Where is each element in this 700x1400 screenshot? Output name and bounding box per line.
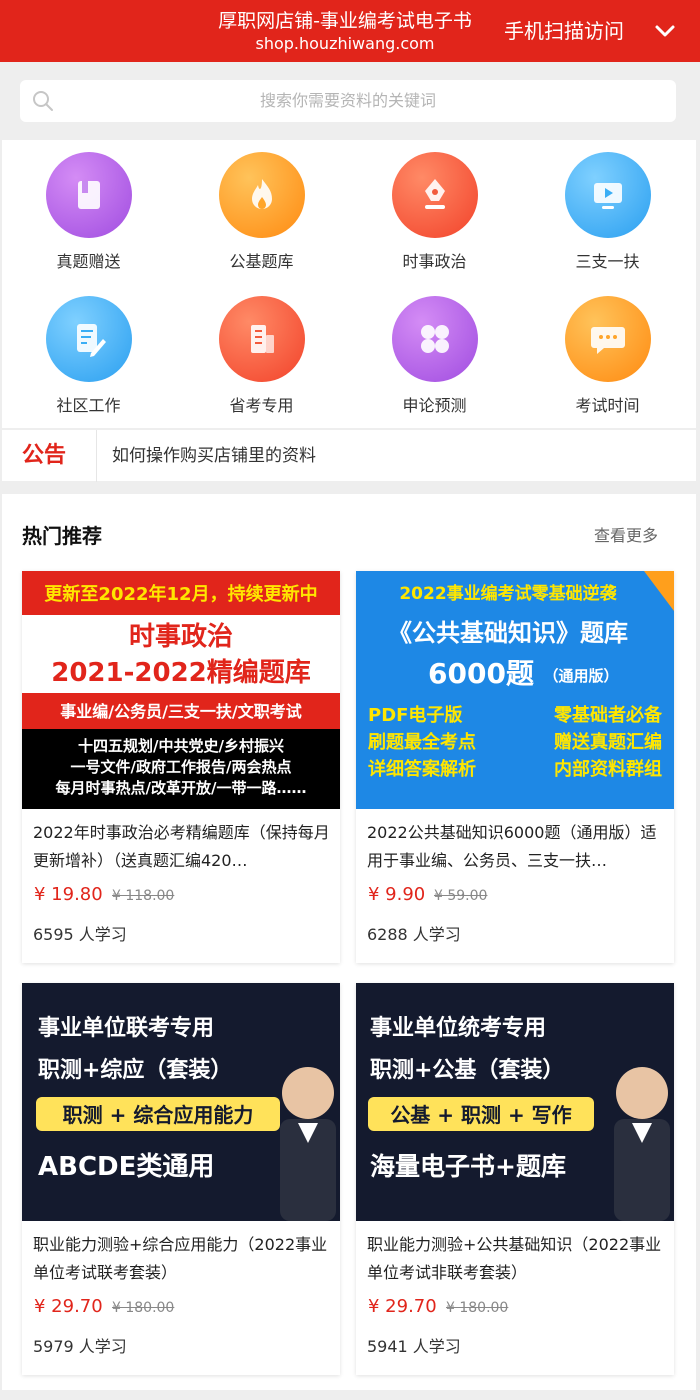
- document-edit-icon: [46, 296, 132, 382]
- product-price: ¥ 9.90: [368, 884, 426, 905]
- category-shequ[interactable]: 社区工作: [2, 284, 175, 428]
- poster-text: 赠送真题汇编: [554, 731, 662, 753]
- view-more-link[interactable]: 查看更多: [594, 522, 658, 546]
- poster-text: 时事政治: [129, 621, 233, 652]
- product-original-price: ¥ 180.00: [112, 1300, 175, 1316]
- product-price: ¥ 29.70: [368, 1296, 437, 1317]
- poster-text: 职测+综应（套装）: [38, 1057, 232, 1083]
- category-shenlun[interactable]: 申论预测: [348, 284, 521, 428]
- product-card[interactable]: 2022事业编考试零基础逆袭 《公共基础知识》题库 6000题 （通用版） PD…: [356, 571, 674, 963]
- category-shengkao[interactable]: 省考专用: [175, 284, 348, 428]
- product-cover-image: 事业单位统考专用 职测+公基（套装） 公基 + 职测 + 写作 海量电子书+题库: [356, 983, 674, 1221]
- category-grid: 真题赠送 公基题库 时事政治 三支一扶 社区工作 省考专用 申论预测 考试时间: [2, 140, 696, 428]
- search-area: 搜索你需要资料的关键词: [0, 62, 700, 138]
- category-label: 申论预测: [402, 396, 467, 415]
- poster-text: 刷题最全考点: [368, 731, 476, 753]
- poster-text: 十四五规划/中共党史/乡村振兴: [78, 737, 284, 755]
- poster-text: 职测+公基（套装）: [370, 1057, 564, 1083]
- shop-title: 厚职网店铺-事业编考试电子书: [218, 10, 472, 32]
- section-title: 热门推荐: [22, 524, 102, 548]
- product-name[interactable]: 职业能力测验+公共基础知识（2022事业单位考试非联考套装）: [367, 1231, 665, 1287]
- shop-url: shop.houzhiwang.com: [255, 34, 435, 53]
- building-icon: [219, 296, 305, 382]
- chevron-down-icon[interactable]: [654, 22, 676, 40]
- product-cover-image: 事业单位联考专用 职测+综应（套装） 职测 + 综合应用能力 ABCDE类通用: [22, 983, 340, 1221]
- poster-text: 2022事业编考试零基础逆袭: [399, 583, 617, 604]
- category-shishi[interactable]: 时事政治: [348, 140, 521, 284]
- scan-access-button[interactable]: 手机扫描访问: [504, 18, 624, 44]
- poster-text: 事业编/公务员/三支一扶/文职考试: [60, 702, 302, 721]
- poster-text: 详细答案解析: [368, 758, 476, 780]
- poster-text: （通用版）: [543, 667, 618, 685]
- search-input[interactable]: 搜索你需要资料的关键词: [20, 80, 676, 122]
- poster-text: 一号文件/政府工作报告/两会热点: [71, 758, 292, 776]
- poster-text: 内部资料群组: [554, 758, 662, 780]
- poster-text: 《公共基础知识》题库: [388, 619, 628, 647]
- category-label: 省考专用: [229, 396, 294, 415]
- hot-section: 热门推荐 查看更多 更新至2022年12月，持续更新中 时事政治 2021-20…: [2, 494, 696, 1390]
- poster-text: 公基 + 职测 + 写作: [390, 1103, 571, 1127]
- poster-text: 事业单位统考专用: [370, 1015, 546, 1041]
- notice-text[interactable]: 如何操作购买店铺里的资料: [112, 444, 316, 468]
- category-zhenti[interactable]: 真题赠送: [2, 140, 175, 284]
- poster-text: ABCDE类通用: [38, 1152, 214, 1182]
- learner-count: 5979 人学习: [33, 1337, 127, 1356]
- category-label: 公基题库: [229, 252, 294, 271]
- category-label: 真题赠送: [56, 252, 121, 271]
- notice-divider: [96, 430, 97, 482]
- search-placeholder: 搜索你需要资料的关键词: [259, 91, 436, 110]
- flame-icon: [219, 152, 305, 238]
- category-label: 时事政治: [402, 252, 467, 271]
- poster-text: PDF电子版: [368, 704, 462, 726]
- notice-bar[interactable]: 公告 如何操作购买店铺里的资料: [2, 429, 696, 482]
- learner-count: 6595 人学习: [33, 925, 127, 944]
- product-name[interactable]: 职业能力测验+综合应用能力（2022事业单位考试联考套装）: [33, 1231, 331, 1287]
- chat-bubble-icon: [565, 296, 651, 382]
- top-bar: 厚职网店铺-事业编考试电子书 shop.houzhiwang.com 手机扫描访…: [0, 0, 700, 62]
- video-icon: [565, 152, 651, 238]
- product-original-price: ¥ 118.00: [112, 888, 175, 904]
- category-label: 社区工作: [56, 396, 121, 415]
- product-card[interactable]: 事业单位统考专用 职测+公基（套装） 公基 + 职测 + 写作 海量电子书+题库…: [356, 983, 674, 1375]
- product-cover-image: 2022事业编考试零基础逆袭 《公共基础知识》题库 6000题 （通用版） PD…: [356, 571, 674, 809]
- poster-text: 零基础者必备: [553, 704, 663, 726]
- product-price: ¥ 29.70: [34, 1296, 103, 1317]
- category-kaoshi[interactable]: 考试时间: [521, 284, 694, 428]
- poster-text: 6000题: [428, 657, 534, 690]
- product-card[interactable]: 事业单位联考专用 职测+综应（套装） 职测 + 综合应用能力 ABCDE类通用 …: [22, 983, 340, 1375]
- product-original-price: ¥ 180.00: [446, 1300, 509, 1316]
- product-price: ¥ 19.80: [34, 884, 103, 905]
- product-cover-image: 更新至2022年12月，持续更新中 时事政治 2021-2022精编题库 事业编…: [22, 571, 340, 809]
- product-card[interactable]: 更新至2022年12月，持续更新中 时事政治 2021-2022精编题库 事业编…: [22, 571, 340, 963]
- poster-text: 海量电子书+题库: [370, 1152, 566, 1181]
- poster-text: 事业单位联考专用: [38, 1015, 214, 1041]
- product-name[interactable]: 2022年时事政治必考精编题库（保持每月更新增补）（送真题汇编420…: [33, 819, 331, 875]
- category-label: 三支一扶: [575, 252, 640, 271]
- learner-count: 5941 人学习: [367, 1337, 461, 1356]
- poster-text: 每月时事热点/改革开放/一带一路……: [56, 779, 307, 797]
- learner-count: 6288 人学习: [367, 925, 461, 944]
- clover-icon: [392, 296, 478, 382]
- product-name[interactable]: 2022公共基础知识6000题（通用版）适用于事业编、公务员、三支一扶…: [367, 819, 665, 875]
- category-sanzhi[interactable]: 三支一扶: [521, 140, 694, 284]
- category-gongji[interactable]: 公基题库: [175, 140, 348, 284]
- poster-text: 更新至2022年12月，持续更新中: [44, 583, 317, 605]
- notice-tag: 公告: [22, 443, 67, 468]
- poster-text: 职测 + 综合应用能力: [63, 1103, 254, 1127]
- product-original-price: ¥ 59.00: [434, 888, 488, 904]
- book-icon: [46, 152, 132, 238]
- category-label: 考试时间: [575, 396, 640, 415]
- poster-text: 2021-2022精编题库: [51, 657, 311, 688]
- pen-nib-icon: [392, 152, 478, 238]
